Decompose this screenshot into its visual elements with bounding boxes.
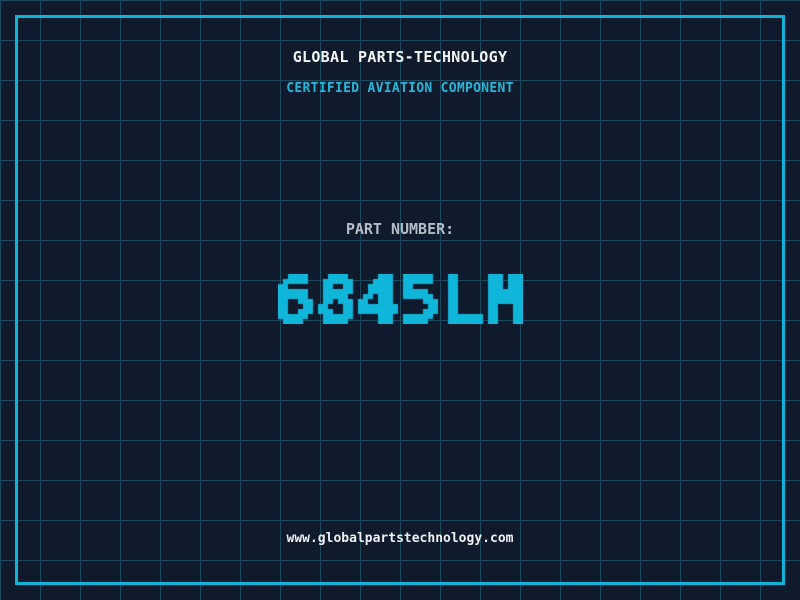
website-url: www.globalpartstechnology.com xyxy=(286,531,514,546)
part-number-value: 6845LM xyxy=(0,274,800,324)
part-number-label: PART NUMBER: xyxy=(345,220,455,238)
certificate-page: GLOBAL PARTS-TECHNOLOGY CERTIFIED AVIATI… xyxy=(0,0,800,600)
part-number-canvas xyxy=(277,274,523,324)
certificate-subtitle: CERTIFIED AVIATION COMPONENT xyxy=(286,81,514,96)
company-name: GLOBAL PARTS-TECHNOLOGY xyxy=(292,48,508,66)
